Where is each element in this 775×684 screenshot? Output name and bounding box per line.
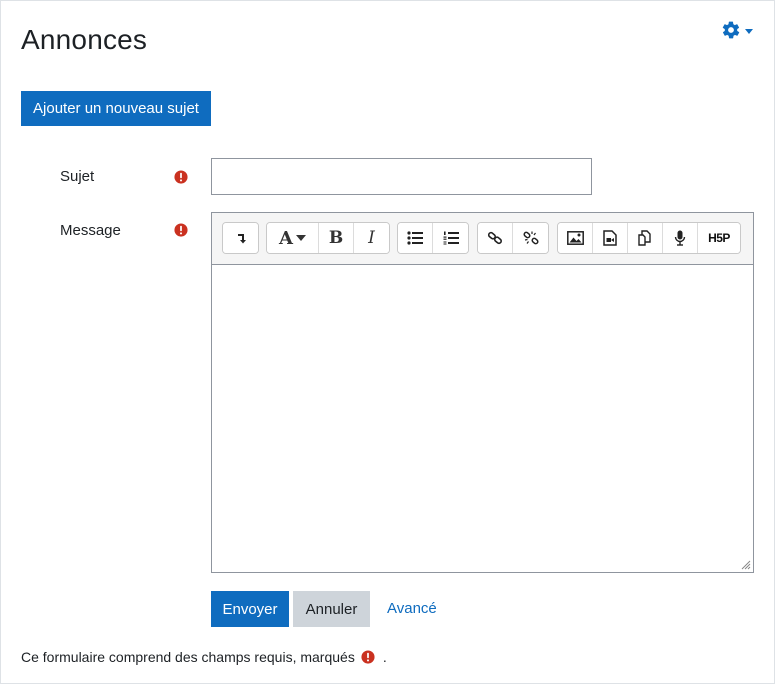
unlink-icon	[522, 231, 539, 245]
message-label: Message	[60, 222, 121, 239]
settings-menu-toggle[interactable]	[721, 16, 761, 44]
editor-toolbar: A B I H5P	[212, 213, 753, 265]
record-audio-button[interactable]	[663, 223, 698, 253]
image-button[interactable]	[558, 223, 593, 253]
media-icon	[603, 230, 617, 246]
media-button[interactable]	[593, 223, 628, 253]
italic-button[interactable]: I	[354, 223, 389, 253]
italic-icon: I	[368, 228, 375, 248]
link-button[interactable]	[478, 223, 513, 253]
collapse-icon	[237, 234, 246, 244]
message-editor: A B I H5P	[211, 212, 754, 573]
manage-files-icon	[638, 230, 651, 246]
bullet-list-icon	[407, 231, 423, 245]
toolbar-group-media: H5P	[557, 222, 741, 254]
bullet-list-button[interactable]	[398, 223, 433, 253]
resize-handle-icon[interactable]	[739, 558, 751, 570]
caret-down-icon	[295, 235, 306, 241]
bold-icon: B	[328, 228, 344, 248]
h5p-button[interactable]: H5P	[698, 223, 740, 253]
caret-down-icon	[745, 28, 753, 34]
exclamation-circle-icon	[174, 170, 188, 184]
numbered-list-button[interactable]	[433, 223, 468, 253]
numbered-list-icon	[443, 231, 459, 245]
required-note-period: .	[382, 649, 387, 665]
add-topic-button[interactable]: Ajouter un nouveau sujet	[21, 91, 211, 126]
image-icon	[566, 231, 584, 245]
text-style-button[interactable]: A	[267, 223, 319, 253]
subject-label: Sujet	[60, 168, 95, 185]
advanced-link[interactable]: Avancé	[387, 600, 437, 617]
required-note-text: Ce formulaire comprend des champs requis…	[21, 649, 355, 665]
subject-input[interactable]	[211, 158, 592, 195]
toolbar-group-collapse	[222, 222, 259, 254]
toolbar-group-style: A B I	[266, 222, 390, 254]
record-audio-icon	[674, 230, 686, 246]
text-style-icon: A	[279, 227, 293, 249]
cancel-button[interactable]: Annuler	[293, 591, 370, 627]
link-icon	[487, 231, 502, 245]
exclamation-circle-icon	[174, 223, 188, 237]
exclamation-circle-icon	[361, 650, 375, 664]
collapse-button[interactable]	[223, 223, 258, 253]
message-textarea[interactable]	[212, 265, 753, 572]
manage-files-button[interactable]	[628, 223, 663, 253]
gear-icon	[722, 21, 740, 39]
unlink-button[interactable]	[513, 223, 548, 253]
h5p-icon: H5P	[708, 231, 730, 245]
bold-button[interactable]: B	[319, 223, 354, 253]
toolbar-group-lists	[397, 222, 469, 254]
page-title: Annonces	[21, 24, 148, 55]
submit-button[interactable]: Envoyer	[211, 591, 289, 627]
toolbar-group-links	[477, 222, 549, 254]
required-fields-note: Ce formulaire comprend des champs requis…	[21, 649, 387, 665]
